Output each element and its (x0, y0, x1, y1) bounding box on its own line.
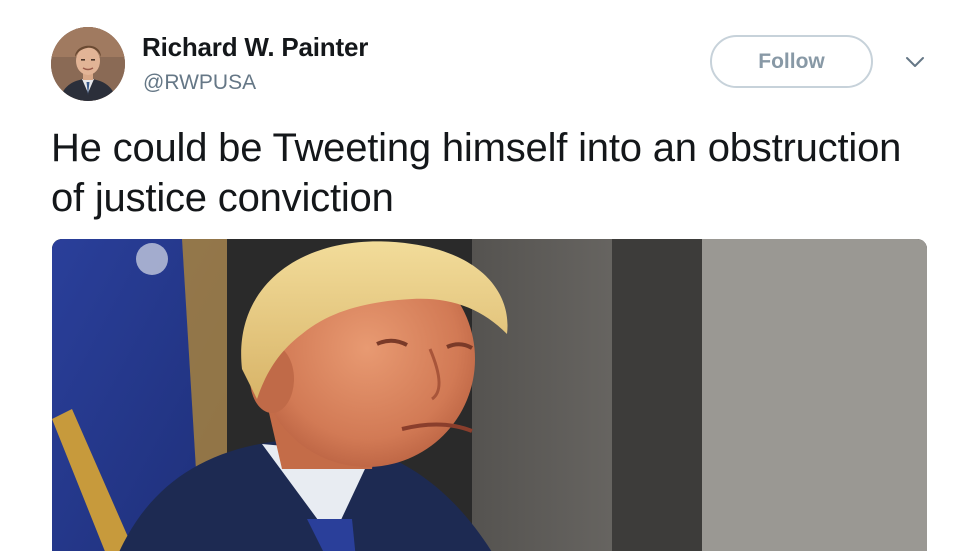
author-avatar[interactable] (51, 27, 125, 101)
tweet-text: He could be Tweeting himself into an obs… (51, 126, 902, 220)
author-display-name[interactable]: Richard W. Painter (142, 32, 368, 63)
follow-button[interactable]: Follow (710, 35, 873, 88)
tweet-photo[interactable] (52, 239, 927, 551)
tweet-card: Richard W. Painter @RWPUSA Follow He cou… (0, 0, 980, 551)
photo-icon (52, 239, 927, 551)
follow-button-label: Follow (758, 49, 825, 73)
profile-photo-icon (51, 27, 125, 101)
author-handle[interactable]: @RWPUSA (143, 71, 256, 95)
chevron-down-icon[interactable] (904, 54, 926, 70)
